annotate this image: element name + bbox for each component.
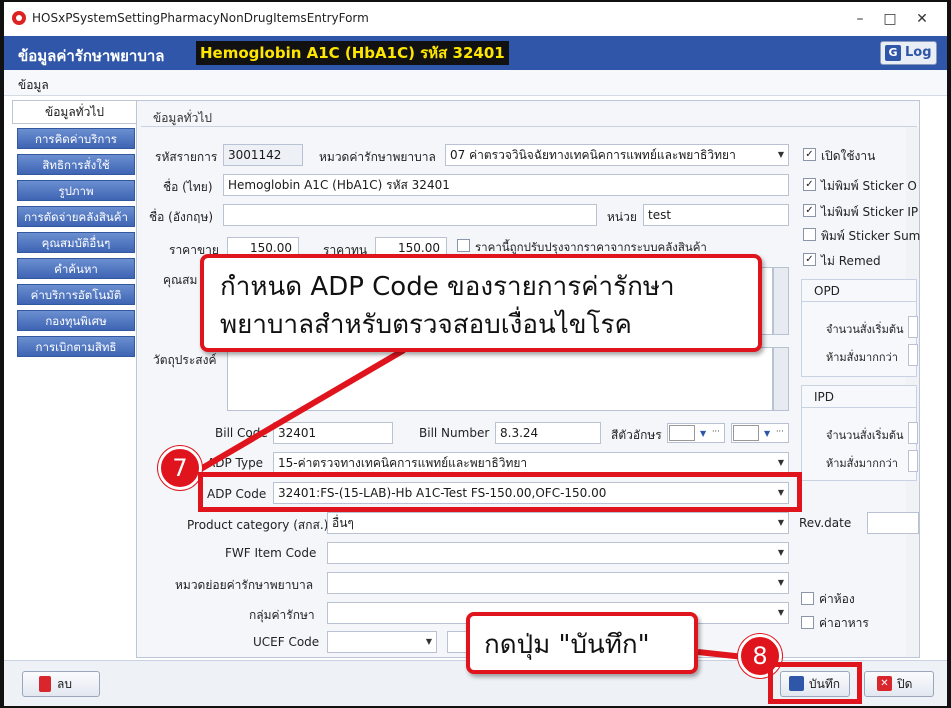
step-7-marker: 7: [158, 446, 202, 490]
save-button-highlight: [768, 662, 862, 704]
callout-7-line2: พยาบาลสำหรับตรวจสอบเงื่อนไขโรค: [220, 310, 632, 340]
callout-8-text: กดปุ่ม "บันทึก": [484, 630, 650, 660]
adp-code-highlight: [198, 472, 802, 512]
callout-7-pointer: [197, 347, 406, 473]
callout-7-line1: กำหนด ADP Code ของรายการค่ารักษา: [220, 272, 675, 302]
window-frame: HOSxPSystemSettingPharmacyNonDrugItemsEn…: [0, 0, 951, 708]
callout-7: กำหนด ADP Code ของรายการค่ารักษา พยาบาลส…: [200, 254, 762, 352]
callout-8: กดปุ่ม "บันทึก": [466, 612, 698, 674]
annotation-lines: [197, 347, 745, 660]
